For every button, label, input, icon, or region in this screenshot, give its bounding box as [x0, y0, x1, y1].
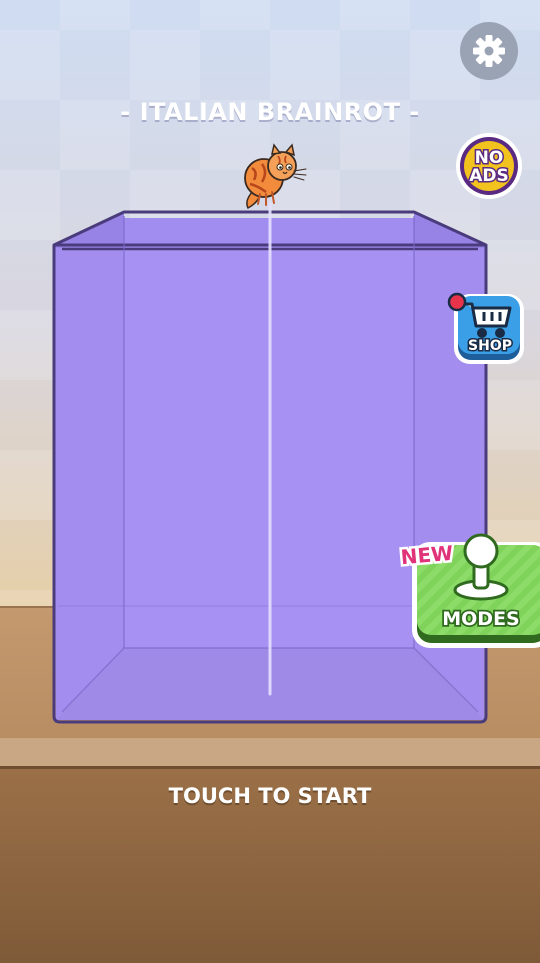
- settings-button[interactable]: [460, 22, 518, 80]
- no-ads-badge-icon: NO ADS: [456, 133, 522, 199]
- shop-button-graphic: SHOP: [447, 292, 524, 364]
- modes-button[interactable]: MODES NEW: [392, 526, 540, 650]
- modes-button-graphic: MODES NEW: [397, 533, 540, 648]
- shop-button[interactable]: SHOP: [444, 288, 528, 368]
- touch-to-start-prompt[interactable]: TOUCH TO START: [0, 784, 540, 808]
- gear-icon: [473, 35, 505, 67]
- no-ads-line2: ADS: [469, 166, 509, 186]
- game-title: - ITALIAN BRAINROT -: [120, 98, 420, 126]
- no-ads-button[interactable]: NO ADS: [454, 131, 524, 201]
- no-ads-line1: NO: [475, 148, 504, 168]
- game-scene[interactable]: - ITALIAN BRAINROT - NO ADS SHOP MODES N…: [0, 0, 540, 963]
- modes-label: MODES: [442, 608, 520, 630]
- notification-dot: [447, 292, 467, 312]
- shop-label: SHOP: [468, 338, 512, 354]
- new-badge: NEW: [400, 541, 454, 569]
- tiger-shrimp-character[interactable]: [236, 142, 312, 212]
